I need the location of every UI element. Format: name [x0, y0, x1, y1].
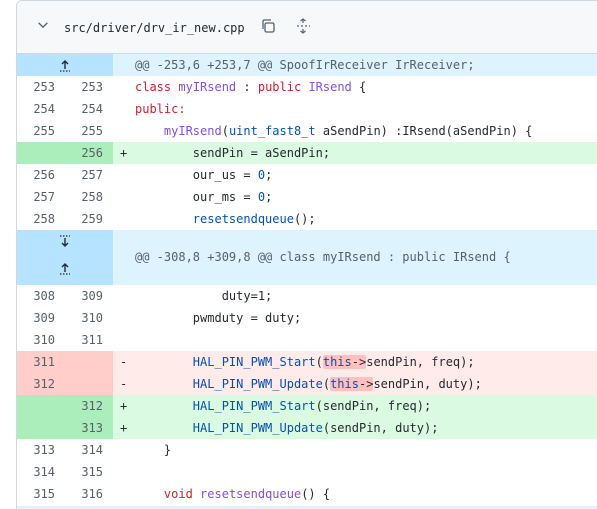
- diff-line: 255 255 myIRsend(uint_fast8_t aSendPin) …: [33, 124, 533, 138]
- expand-up-icon[interactable]: [57, 57, 73, 73]
- diff-line: 257 258 our_ms = 0;: [33, 190, 273, 204]
- file-path[interactable]: src/driver/drv_ir_new.cpp: [64, 21, 245, 35]
- hunk-gutter[interactable]: [17, 230, 113, 285]
- file-header: src/driver/drv_ir_new.cpp: [17, 1, 597, 54]
- diff-line: 254 254 public:: [33, 102, 186, 116]
- diff-line: 310 311: [33, 333, 103, 347]
- diff-line-added: 313 + HAL_PIN_PWM_Update(sendPin, duty);: [17, 417, 597, 439]
- hunk-header: @@ -253,6 +253,7 @@ SpoofIrReceiver IrRe…: [17, 54, 597, 76]
- chevron-down-icon[interactable]: [36, 18, 50, 32]
- expand-down-icon[interactable]: [57, 234, 73, 250]
- diff-line: 253 253 class myIRsend : public IRsend {: [33, 80, 367, 94]
- diff-line: 315 316 void resetsendqueue() {: [33, 487, 331, 501]
- diff-table: @@ -253,6 +253,7 @@ SpoofIrReceiver IrRe…: [17, 54, 597, 505]
- diff-line: 314 315: [33, 465, 103, 479]
- copy-icon[interactable]: [260, 18, 276, 34]
- diff-line: 258 259 resetsendqueue();: [33, 212, 316, 226]
- hunk-header: @@ -308,8 +309,8 @@ class myIRsend : pub…: [17, 230, 597, 285]
- diff-line: 313 314 }: [33, 443, 172, 457]
- diff-line-deleted: 312 - HAL_PIN_PWM_Update(this->sendPin, …: [17, 373, 597, 395]
- diff-line-added: 312 + HAL_PIN_PWM_Start(sendPin, freq);: [17, 395, 597, 417]
- hunk-header-text: @@ -253,6 +253,7 @@ SpoofIrReceiver IrRe…: [135, 58, 475, 72]
- diff-line: 309 310 pwmduty = duty;: [33, 311, 302, 325]
- hunk-gutter[interactable]: [17, 54, 113, 76]
- expand-all-icon[interactable]: [295, 18, 311, 34]
- diff-line-added: 256 + sendPin = aSendPin;: [17, 142, 597, 164]
- hunk-header-text: @@ -308,8 +309,8 @@ class myIRsend : pub…: [135, 250, 511, 264]
- diff-line: 308 309 duty=1;: [33, 289, 273, 303]
- diff-line: 256 257 our_us = 0;: [33, 168, 273, 182]
- expand-up-icon[interactable]: [57, 260, 73, 276]
- diff-file-panel: src/driver/drv_ir_new.cpp @@ -253,6 +253…: [16, 0, 597, 509]
- diff-line-deleted: 311 - HAL_PIN_PWM_Start(this->sendPin, f…: [17, 351, 597, 373]
